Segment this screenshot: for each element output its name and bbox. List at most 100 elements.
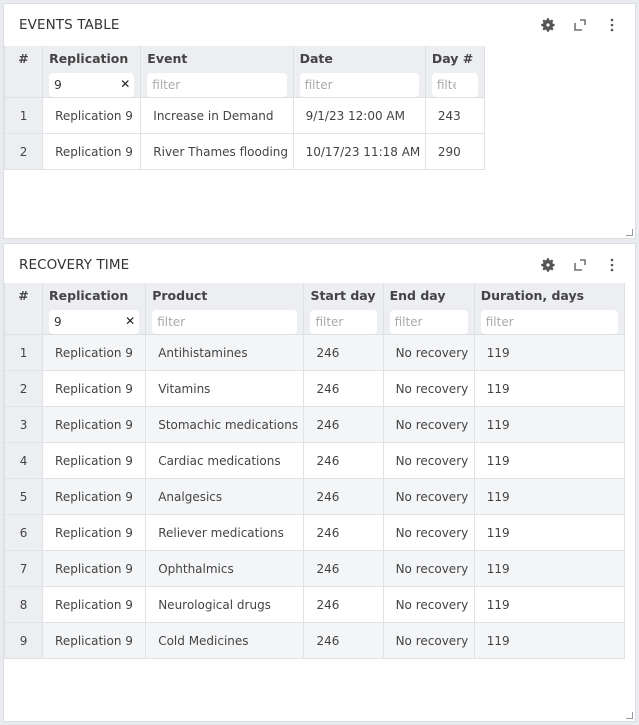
column-header-replication[interactable]: Replication ✕ xyxy=(42,46,142,98)
row-number: 2 xyxy=(3,370,44,407)
table-row[interactable]: 8 Replication 9 Neurological drugs 246 No re… xyxy=(3,586,626,623)
table-row[interactable]: 2 Replication 9 River Thames flooding 10… xyxy=(3,133,486,170)
row-number: 4 xyxy=(3,442,44,479)
column-header-day[interactable]: Day # xyxy=(424,46,486,98)
cell-replication: Replication 9 xyxy=(42,97,142,134)
cell-duration: 119 xyxy=(473,370,626,407)
row-number: 7 xyxy=(3,550,44,587)
end-day-filter-input[interactable] xyxy=(389,310,468,334)
cell-start-day: 246 xyxy=(303,334,384,371)
cell-replication: Replication 9 xyxy=(42,622,147,659)
event-filter-input[interactable] xyxy=(147,73,287,97)
table-row[interactable]: 9 Replication 9 Cold Medicines 246 No recove… xyxy=(3,622,626,659)
gear-icon[interactable] xyxy=(539,256,557,274)
cell-product: Ophthalmics xyxy=(145,550,305,587)
cell-start-day: 246 xyxy=(303,370,384,407)
cell-day: 243 xyxy=(424,97,486,134)
cell-replication: Replication 9 xyxy=(42,478,147,515)
date-filter-input[interactable] xyxy=(299,73,419,97)
column-header-date[interactable]: Date xyxy=(292,46,426,98)
table-row[interactable]: 1 Replication 9 Increase in Demand 9/1/2… xyxy=(3,97,486,134)
column-header-end-day[interactable]: End day xyxy=(382,283,475,335)
cell-end-day: No recovery xyxy=(382,370,475,407)
cell-end-day: No recovery xyxy=(382,442,475,479)
column-header-event[interactable]: Event xyxy=(140,46,294,98)
cell-start-day: 246 xyxy=(303,478,384,515)
expand-icon[interactable] xyxy=(571,16,589,34)
cell-product: Antihistamines xyxy=(145,334,305,371)
column-header-duration[interactable]: Duration, days xyxy=(473,283,626,335)
cell-replication: Replication 9 xyxy=(42,334,147,371)
cell-replication: Replication 9 xyxy=(42,442,147,479)
cell-product: Analgesics xyxy=(145,478,305,515)
table-row[interactable]: 3 Replication 9 Stomachic medications 246 No… xyxy=(3,406,626,443)
panel-toolbar xyxy=(539,16,621,34)
cell-duration: 119 xyxy=(473,586,626,623)
cell-replication: Replication 9 xyxy=(42,406,147,443)
recovery-table: # Replication ✕ Product Start day End da… xyxy=(3,283,626,659)
cell-event: Increase in Demand xyxy=(140,97,294,134)
panel-toolbar xyxy=(539,256,621,274)
cell-day: 290 xyxy=(424,133,486,170)
cell-end-day: No recovery xyxy=(382,478,475,515)
cell-start-day: 246 xyxy=(303,514,384,551)
cell-product: Vitamins xyxy=(145,370,305,407)
table-row[interactable]: 6 Replication 9 Reliever medications 246 No … xyxy=(3,514,626,551)
column-header-start-day[interactable]: Start day xyxy=(303,283,384,335)
expand-icon[interactable] xyxy=(571,256,589,274)
table-row[interactable]: 1 Replication 9 Antihistamines 246 No recove… xyxy=(3,334,626,371)
table-row[interactable]: 7 Replication 9 Ophthalmics 246 No recovery 1… xyxy=(3,550,626,587)
cell-end-day: No recovery xyxy=(382,550,475,587)
duration-filter-input[interactable] xyxy=(480,310,618,334)
row-number: 5 xyxy=(3,478,44,515)
cell-product: Cardiac medications xyxy=(145,442,305,479)
clear-filter-icon[interactable]: ✕ xyxy=(125,314,135,328)
resize-handle[interactable] xyxy=(626,712,633,719)
row-number: 9 xyxy=(3,622,44,659)
recovery-time-panel: RECOVERY TIME # Replication ✕ Product St… xyxy=(3,243,636,722)
start-day-filter-input[interactable] xyxy=(310,310,377,334)
cell-duration: 119 xyxy=(473,442,626,479)
cell-product: Neurological drugs xyxy=(145,586,305,623)
gear-icon[interactable] xyxy=(539,16,557,34)
column-header-number: # xyxy=(3,46,44,98)
table-row[interactable]: 5 Replication 9 Analgesics 246 No recovery 11… xyxy=(3,478,626,515)
cell-duration: 119 xyxy=(473,478,626,515)
day-filter-input[interactable] xyxy=(431,73,478,97)
cell-replication: Replication 9 xyxy=(42,133,142,170)
more-vertical-icon[interactable] xyxy=(603,16,621,34)
row-number: 2 xyxy=(3,133,44,170)
cell-replication: Replication 9 xyxy=(42,550,147,587)
cell-start-day: 246 xyxy=(303,442,384,479)
cell-end-day: No recovery xyxy=(382,406,475,443)
cell-date: 9/1/23 12:00 AM xyxy=(292,97,426,134)
cell-start-day: 246 xyxy=(303,550,384,587)
cell-duration: 119 xyxy=(473,622,626,659)
cell-duration: 119 xyxy=(473,406,626,443)
events-table-panel: EVENTS TABLE # Replication ✕ Event Date … xyxy=(3,3,636,239)
column-header-replication[interactable]: Replication ✕ xyxy=(42,283,147,335)
panel-title: RECOVERY TIME xyxy=(19,257,130,273)
row-number: 3 xyxy=(3,406,44,443)
table-row[interactable]: 2 Replication 9 Vitamins 246 No recovery 119 xyxy=(3,370,626,407)
row-number: 6 xyxy=(3,514,44,551)
cell-start-day: 246 xyxy=(303,622,384,659)
row-number: 1 xyxy=(3,334,44,371)
cell-replication: Replication 9 xyxy=(42,514,147,551)
cell-start-day: 246 xyxy=(303,586,384,623)
cell-duration: 119 xyxy=(473,334,626,371)
clear-filter-icon[interactable]: ✕ xyxy=(120,77,130,91)
cell-duration: 119 xyxy=(473,550,626,587)
cell-end-day: No recovery xyxy=(382,586,475,623)
more-vertical-icon[interactable] xyxy=(603,256,621,274)
cell-start-day: 246 xyxy=(303,406,384,443)
table-row[interactable]: 4 Replication 9 Cardiac medications 246 No r… xyxy=(3,442,626,479)
cell-event: River Thames flooding xyxy=(140,133,294,170)
product-filter-input[interactable] xyxy=(152,310,298,334)
cell-product: Stomachic medications xyxy=(145,406,305,443)
column-header-product[interactable]: Product xyxy=(145,283,305,335)
column-header-number: # xyxy=(3,283,44,335)
resize-handle[interactable] xyxy=(626,229,633,236)
cell-product: Cold Medicines xyxy=(145,622,305,659)
cell-end-day: No recovery xyxy=(382,514,475,551)
